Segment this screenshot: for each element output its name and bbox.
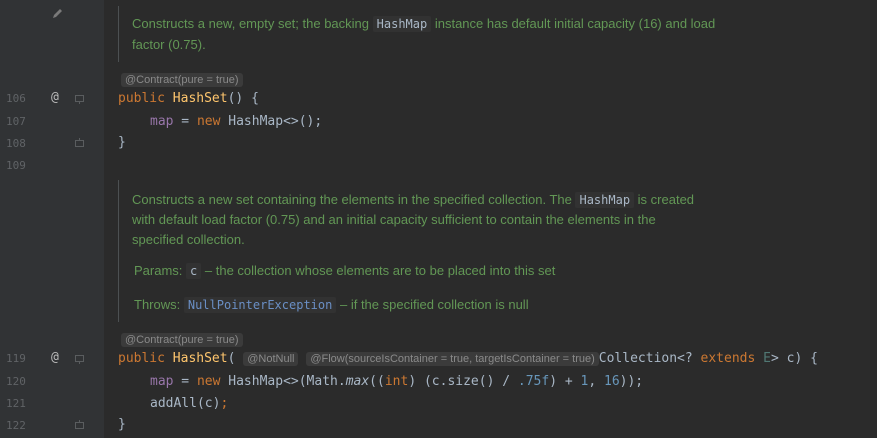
doc-throws-label: Throws: bbox=[134, 297, 181, 312]
line-number: 121 bbox=[6, 397, 26, 410]
doc-text: Constructs a new set containing the elem… bbox=[132, 192, 572, 207]
code-text: () { bbox=[227, 91, 259, 106]
code-line-121[interactable]: addAll(c); bbox=[150, 396, 228, 412]
doc-text: – the collection whose elements are to b… bbox=[204, 263, 556, 278]
line-number: 109 bbox=[6, 159, 26, 172]
code-text: } bbox=[118, 417, 126, 432]
doc-text: instance has default initial capacity (1… bbox=[434, 16, 716, 31]
at-sign-icon[interactable]: @ bbox=[51, 91, 59, 105]
code-line-119[interactable]: public HashSet( @NotNull @Flow(sourceIsC… bbox=[118, 351, 818, 367]
contract-annotation[interactable]: @Contract(pure = true) bbox=[121, 333, 243, 347]
code-text: ( bbox=[227, 351, 236, 366]
doc-text: Constructs a new, empty set; the backing bbox=[132, 16, 370, 31]
doc-line: factor (0.75). bbox=[132, 37, 206, 52]
doc-params-line: Params: c – the collection whose element… bbox=[134, 263, 555, 279]
doc-line: specified collection. bbox=[132, 232, 245, 247]
exception-link[interactable]: NullPointerException bbox=[183, 297, 337, 313]
number-literal: 16 bbox=[604, 374, 620, 389]
at-sign-icon[interactable]: @ bbox=[51, 351, 59, 365]
doc-line: Constructs a new set containing the elem… bbox=[132, 192, 694, 208]
fold-marker-icon[interactable] bbox=[75, 138, 84, 147]
code-line-122[interactable]: } bbox=[118, 417, 126, 433]
pencil-icon[interactable] bbox=[51, 5, 64, 24]
doc-code-ref[interactable]: HashMap bbox=[575, 192, 635, 208]
code-text: ) + bbox=[549, 374, 581, 389]
fold-marker-icon[interactable] bbox=[75, 420, 84, 429]
number-literal: .75f bbox=[517, 374, 550, 389]
keyword: extends bbox=[700, 351, 756, 366]
editor-gutter bbox=[0, 0, 104, 438]
line-number: 108 bbox=[6, 137, 26, 150]
field-name: map bbox=[150, 374, 174, 389]
code-text: } bbox=[118, 135, 126, 150]
fold-marker-icon[interactable] bbox=[75, 355, 84, 364]
javadoc-block-2: Constructs a new set containing the elem… bbox=[118, 180, 792, 322]
doc-text: is created bbox=[637, 192, 695, 207]
doc-params-label: Params: bbox=[134, 263, 183, 278]
code-text: > c) { bbox=[770, 351, 818, 366]
keyword: public bbox=[118, 351, 165, 366]
code-text: ) (c.size() / bbox=[408, 374, 518, 389]
code-text: ; bbox=[220, 396, 229, 411]
keyword: int bbox=[384, 374, 409, 389]
code-text: = bbox=[173, 114, 197, 129]
keyword: new bbox=[196, 374, 221, 389]
keyword: public bbox=[118, 91, 165, 106]
method-name: HashSet bbox=[172, 91, 228, 106]
line-number: 106 bbox=[6, 92, 26, 105]
line-number: 107 bbox=[6, 115, 26, 128]
contract-annotation[interactable]: @Contract(pure = true) bbox=[121, 73, 243, 87]
fold-marker-icon[interactable] bbox=[75, 95, 84, 104]
doc-throws-line: Throws: NullPointerException – if the sp… bbox=[134, 297, 529, 313]
code-text: Collection<? bbox=[598, 351, 701, 366]
code-text: HashMap<>(Math. bbox=[220, 374, 346, 389]
notnull-annotation-hint[interactable]: @NotNull bbox=[243, 352, 299, 366]
doc-text: – if the specified collection is null bbox=[339, 297, 529, 312]
code-text: (( bbox=[369, 374, 385, 389]
doc-line: with default load factor (0.75) and an i… bbox=[132, 212, 656, 227]
code-line-108[interactable]: } bbox=[118, 135, 126, 151]
method-name: HashSet bbox=[172, 351, 228, 366]
line-number: 119 bbox=[6, 352, 26, 365]
field-name: map bbox=[150, 114, 174, 129]
code-line-106[interactable]: public HashSet() { bbox=[118, 91, 259, 107]
javadoc-block-1: Constructs a new, empty set; the backing… bbox=[118, 6, 792, 62]
line-number: 120 bbox=[6, 375, 26, 388]
code-text: , bbox=[588, 374, 604, 389]
static-method: max bbox=[345, 374, 370, 389]
line-number: 122 bbox=[6, 419, 26, 432]
code-text: addAll(c) bbox=[150, 396, 221, 411]
doc-code-ref[interactable]: HashMap bbox=[372, 16, 432, 32]
doc-line: Constructs a new, empty set; the backing… bbox=[132, 16, 715, 32]
type-parameter: E bbox=[755, 351, 771, 366]
code-text: )); bbox=[619, 374, 644, 389]
doc-param-name: c bbox=[186, 263, 202, 279]
code-text: = bbox=[173, 374, 197, 389]
flow-annotation-hint[interactable]: @Flow(sourceIsContainer = true, targetIs… bbox=[306, 352, 599, 366]
code-line-107[interactable]: map = new HashMap<>(); bbox=[150, 114, 322, 130]
code-line-120[interactable]: map = new HashMap<>(Math.max((int) (c.si… bbox=[150, 374, 643, 390]
code-text: HashMap<>(); bbox=[220, 114, 323, 129]
keyword: new bbox=[196, 114, 221, 129]
